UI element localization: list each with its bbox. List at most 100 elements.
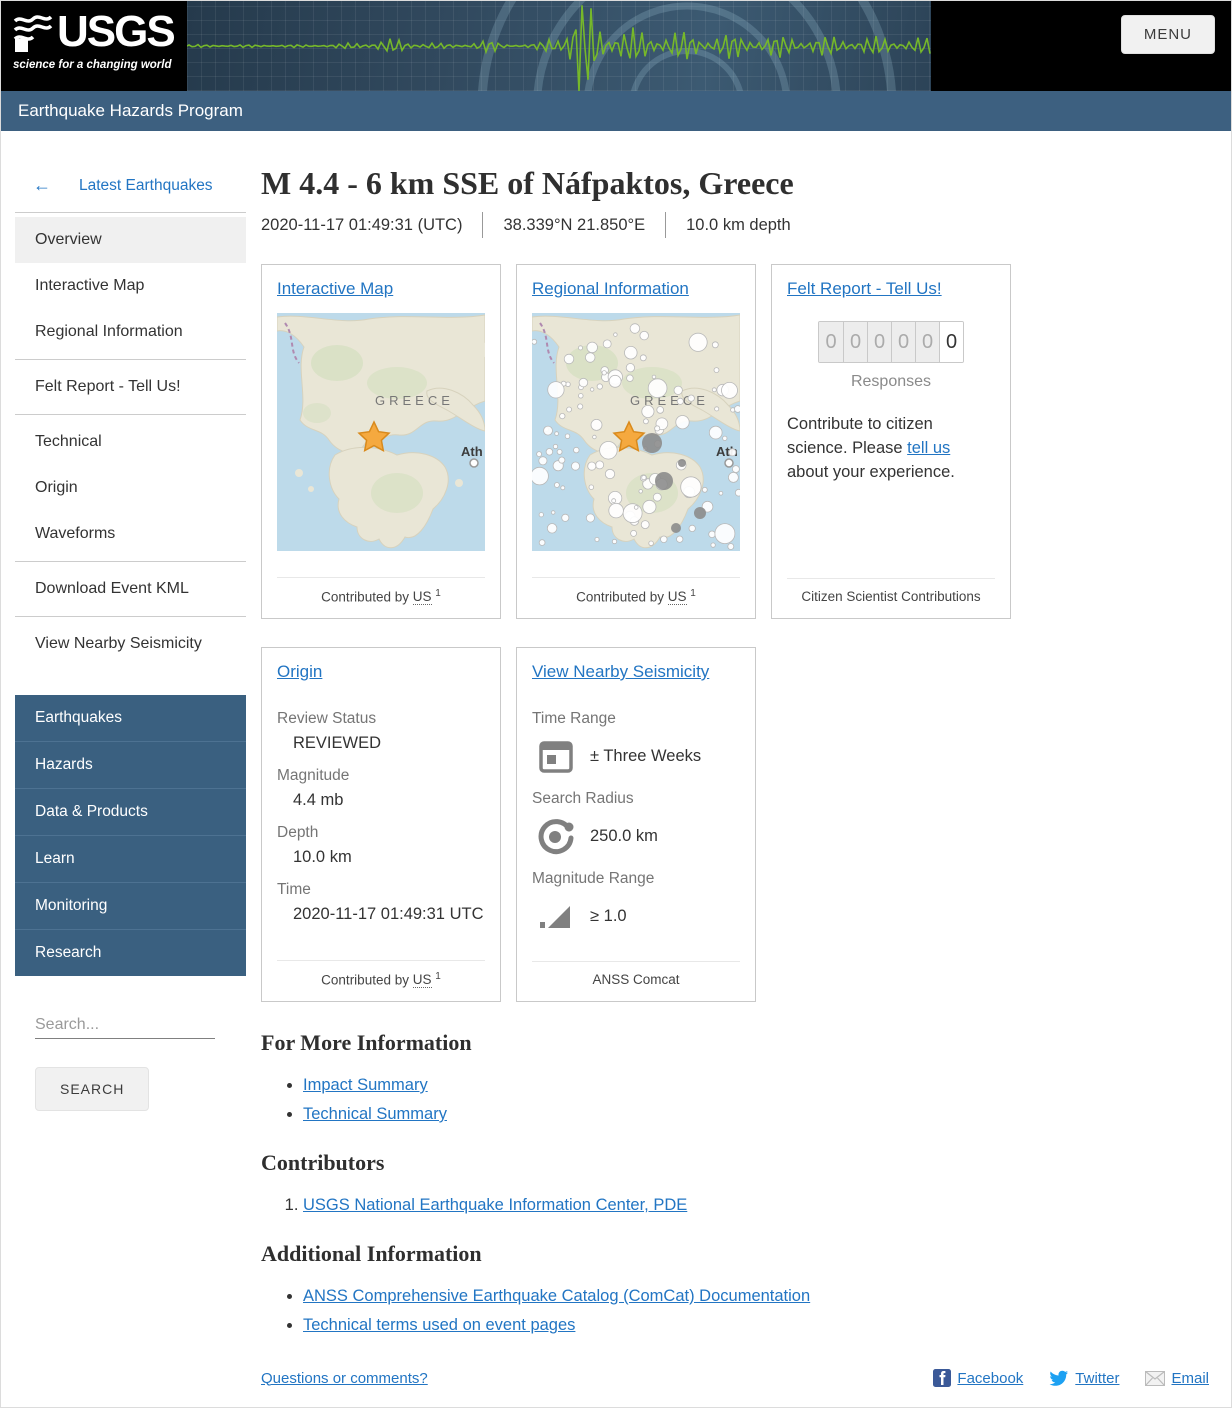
origin-link[interactable]: Origin: [277, 662, 322, 682]
card-footer: ANSS Comcat: [532, 961, 740, 991]
twitter-icon: [1049, 1370, 1069, 1386]
sidebar-item-view-nearby-seismicity[interactable]: View Nearby Seismicity: [15, 621, 246, 667]
usgs-wave-icon: [13, 15, 53, 52]
search-button[interactable]: SEARCH: [35, 1067, 150, 1111]
field-label: Review Status: [277, 710, 377, 727]
tell-us-link[interactable]: tell us: [907, 439, 950, 457]
regional-map-thumbnail[interactable]: GREECE Ath: [532, 313, 740, 551]
site-header: USGS science for a changing world MENU: [1, 1, 1231, 91]
facebook-share-link[interactable]: Facebook: [933, 1369, 1023, 1387]
field-label: Magnitude Range: [532, 870, 655, 887]
usgs-logo-text: USGS: [57, 7, 176, 56]
event-summary-line: 2020-11-17 01:49:31 (UTC) 38.339°N 21.85…: [261, 212, 1209, 238]
technical-summary-link[interactable]: Technical Summary: [303, 1105, 447, 1123]
list-item: ANSS Comprehensive Earthquake Catalog (C…: [303, 1287, 1209, 1306]
magnitude-range-value: ≥ 1.0: [590, 906, 627, 925]
card-footer: Contributed by US 1: [277, 959, 485, 992]
regional-information-link[interactable]: Regional Information: [532, 279, 689, 299]
arrow-left-icon: ←: [33, 175, 51, 195]
search-input[interactable]: [35, 1012, 215, 1039]
responses-counter: 0 0 0 0 0 0: [818, 321, 964, 363]
list-item: Technical terms used on event pages: [303, 1316, 1209, 1335]
questions-comments-link[interactable]: Questions or comments?: [261, 1370, 428, 1387]
search-radius-value: 250.0 km: [590, 826, 658, 845]
sidebar-item-regional-information[interactable]: Regional Information: [15, 309, 246, 355]
magnitude-value: 4.4 mb: [293, 791, 344, 809]
site-nav: Earthquakes Hazards Data & Products Lear…: [15, 695, 246, 976]
card-footer: Citizen Scientist Contributions: [787, 578, 995, 608]
interactive-map-thumbnail[interactable]: GREECE Ath: [277, 313, 485, 551]
magnitude-icon: [540, 906, 570, 928]
sidebar-item-download-kml[interactable]: Download Event KML: [15, 566, 246, 612]
field-label: Time Range: [532, 710, 616, 727]
field-label: Depth: [277, 824, 319, 841]
view-nearby-seismicity-link[interactable]: View Nearby Seismicity: [532, 662, 709, 682]
technical-terms-link[interactable]: Technical terms used on event pages: [303, 1316, 575, 1334]
contributor-abbr[interactable]: US: [412, 972, 432, 988]
email-share-link[interactable]: Email: [1145, 1370, 1209, 1387]
counter-digit: 0: [915, 322, 939, 362]
contributor-neic-link[interactable]: USGS National Earthquake Information Cen…: [303, 1196, 687, 1214]
time-value: 2020-11-17 01:49:31 UTC: [293, 905, 484, 923]
divider: [665, 212, 667, 238]
sidebar-item-waveforms[interactable]: Waveforms: [15, 511, 246, 557]
sidebar-item-hazards[interactable]: Hazards: [15, 741, 246, 788]
usgs-event-page: USGS science for a changing world MENU E…: [0, 0, 1232, 1408]
event-depth: 10.0 km depth: [686, 215, 791, 234]
sidebar-item-research[interactable]: Research: [15, 929, 246, 976]
contributor-abbr[interactable]: US: [667, 589, 687, 605]
felt-report-text: Contribute to citizen science. Please te…: [787, 415, 955, 481]
field-label: Search Radius: [532, 790, 634, 807]
counter-digit: 0: [819, 322, 843, 362]
calendar-icon: [539, 741, 573, 773]
back-to-latest-earthquakes-link[interactable]: ← Latest Earthquakes: [15, 165, 246, 212]
map-city-label: Ath: [461, 444, 483, 459]
page-title: M 4.4 - 6 km SSE of Náfpaktos, Greece: [261, 165, 794, 201]
facebook-icon: [933, 1369, 952, 1387]
main-content: M 4.4 - 6 km SSE of Náfpaktos, Greece 20…: [246, 165, 1231, 1407]
field-label: Magnitude: [277, 767, 350, 784]
social-share-links: Facebook Twitter Email: [933, 1369, 1209, 1387]
section-heading-contributors: Contributors: [261, 1150, 385, 1175]
list-item: Technical Summary: [303, 1105, 1209, 1124]
sidebar-item-technical[interactable]: Technical: [15, 419, 246, 465]
time-range-value: ± Three Weeks: [590, 746, 702, 765]
card-footer: Contributed by US 1: [277, 576, 485, 609]
counter-digit: 0: [867, 322, 891, 362]
card-footer: Contributed by US 1: [532, 576, 740, 609]
counter-digit: 0: [843, 322, 867, 362]
sidebar-item-overview[interactable]: Overview: [15, 217, 246, 263]
usgs-tagline: science for a changing world: [13, 59, 172, 71]
felt-report-card: Felt Report - Tell Us! 0 0 0 0 0 0 Respo…: [771, 264, 1011, 619]
program-banner: Earthquake Hazards Program: [1, 91, 1231, 131]
usgs-logo[interactable]: USGS science for a changing world: [1, 1, 187, 91]
field-label: Time: [277, 881, 311, 898]
seismograph-banner-image: [187, 1, 931, 91]
sidebar-item-interactive-map[interactable]: Interactive Map: [15, 263, 246, 309]
interactive-map-link[interactable]: Interactive Map: [277, 279, 393, 299]
list-item: Impact Summary: [303, 1076, 1209, 1095]
depth-value: 10.0 km: [293, 848, 352, 866]
event-datetime: 2020-11-17 01:49:31 (UTC): [261, 215, 463, 234]
sidebar-item-earthquakes[interactable]: Earthquakes: [15, 695, 246, 741]
event-coordinates: 38.339°N 21.850°E: [503, 215, 646, 234]
counter-digit: 0: [891, 322, 915, 362]
comcat-documentation-link[interactable]: ANSS Comprehensive Earthquake Catalog (C…: [303, 1287, 810, 1305]
list-item: USGS National Earthquake Information Cen…: [303, 1196, 1209, 1215]
nearby-seismicity-card: View Nearby Seismicity Time Range ± Thre…: [516, 647, 756, 1002]
back-link-label: Latest Earthquakes: [79, 176, 213, 194]
sidebar-item-felt-report[interactable]: Felt Report - Tell Us!: [15, 364, 246, 410]
contributor-abbr[interactable]: US: [412, 589, 432, 605]
counter-digit: 0: [939, 322, 963, 362]
felt-report-link[interactable]: Felt Report - Tell Us!: [787, 279, 942, 299]
sidebar-item-monitoring[interactable]: Monitoring: [15, 882, 246, 929]
regional-information-card: Regional Information GREECE Ath Contribu…: [516, 264, 756, 619]
sidebar-item-origin[interactable]: Origin: [15, 465, 246, 511]
twitter-share-link[interactable]: Twitter: [1049, 1369, 1119, 1387]
impact-summary-link[interactable]: Impact Summary: [303, 1076, 428, 1094]
menu-button[interactable]: MENU: [1120, 15, 1215, 54]
interactive-map-card: Interactive Map GREECE Ath Contributed b…: [261, 264, 501, 619]
sidebar-item-learn[interactable]: Learn: [15, 835, 246, 882]
section-heading-additional-info: Additional Information: [261, 1241, 482, 1266]
sidebar-item-data-products[interactable]: Data & Products: [15, 788, 246, 835]
